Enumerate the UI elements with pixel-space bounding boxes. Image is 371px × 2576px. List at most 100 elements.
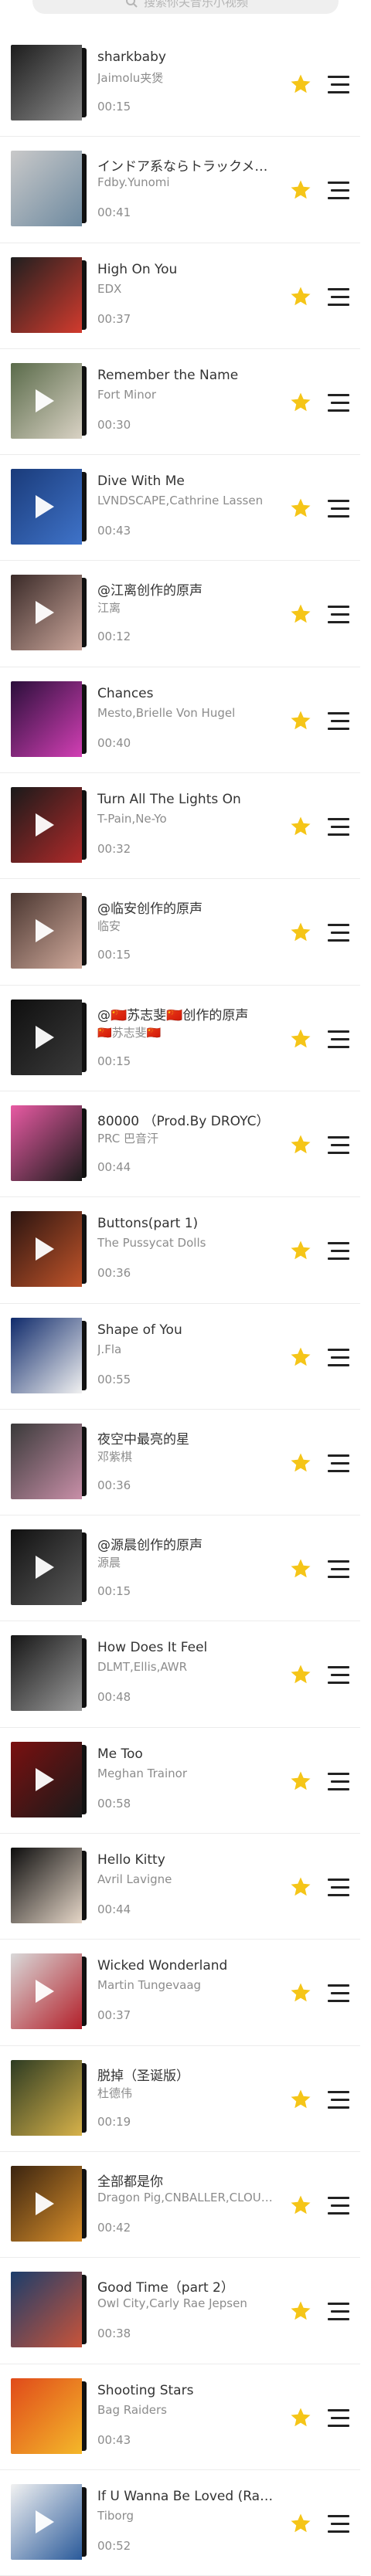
song-menu-icon[interactable] bbox=[328, 1877, 352, 1899]
favorite-star-icon[interactable] bbox=[289, 497, 312, 520]
favorite-star-icon[interactable] bbox=[289, 2512, 312, 2535]
song-menu-icon[interactable] bbox=[328, 1559, 352, 1580]
song-row[interactable]: Me Too Meghan Trainor 00:58 bbox=[0, 1728, 360, 1834]
favorite-star-icon[interactable] bbox=[289, 285, 312, 308]
song-row[interactable]: 脱掉（圣诞版） 杜德伟 00:19 bbox=[0, 2046, 360, 2152]
favorite-star-icon[interactable] bbox=[289, 1451, 312, 1475]
song-row[interactable]: Good Time（part 2） Owl City,Carly Rae Jeps… bbox=[0, 2258, 360, 2364]
song-row[interactable]: 全部都是你 Dragon Pig,CNBALLER,CLOU… 00:42 bbox=[0, 2152, 360, 2259]
song-row[interactable]: Dive With Me LVNDSCAPE,Cathrine Lassen 00:… bbox=[0, 455, 360, 562]
favorite-star-icon[interactable] bbox=[289, 2194, 312, 2217]
album-cover[interactable] bbox=[11, 2272, 87, 2348]
song-menu-icon[interactable] bbox=[328, 2195, 352, 2217]
play-icon[interactable] bbox=[36, 2510, 54, 2534]
play-icon[interactable] bbox=[36, 1237, 54, 1261]
song-menu-icon[interactable] bbox=[328, 1240, 352, 1262]
album-cover[interactable] bbox=[11, 469, 87, 545]
song-menu-icon[interactable] bbox=[328, 816, 352, 838]
favorite-star-icon[interactable] bbox=[289, 1875, 312, 1899]
song-menu-icon[interactable] bbox=[328, 180, 352, 202]
song-menu-icon[interactable] bbox=[328, 2513, 352, 2535]
album-cover[interactable] bbox=[11, 256, 87, 333]
album-cover[interactable] bbox=[11, 1741, 87, 1817]
song-menu-icon[interactable] bbox=[328, 1135, 352, 1156]
album-cover[interactable] bbox=[11, 2483, 87, 2560]
song-menu-icon[interactable] bbox=[328, 711, 352, 732]
play-icon[interactable] bbox=[36, 1980, 54, 2004]
song-menu-icon[interactable] bbox=[328, 1347, 352, 1369]
favorite-star-icon[interactable] bbox=[289, 73, 312, 96]
song-menu-icon[interactable] bbox=[328, 392, 352, 414]
search-input[interactable]: 搜索你关音乐小视频 bbox=[32, 0, 339, 14]
song-row[interactable]: Wicked Wonderland Martin Tungevaag 00:37 bbox=[0, 1940, 360, 2046]
song-row[interactable]: @🇨🇳苏志斐🇨🇳创作的原声 🇨🇳苏志斐🇨🇳 00:15 bbox=[0, 986, 360, 1091]
song-row[interactable]: @临安创作的原声 临安 00:15 bbox=[0, 879, 360, 986]
album-cover[interactable] bbox=[11, 893, 87, 969]
album-cover[interactable] bbox=[11, 680, 87, 757]
song-row[interactable]: Turn All The Lights On T-Pain,Ne-Yo 00:32 bbox=[0, 773, 360, 880]
favorite-star-icon[interactable] bbox=[289, 1133, 312, 1156]
album-cover[interactable] bbox=[11, 1635, 87, 1712]
album-cover[interactable] bbox=[11, 2059, 87, 2136]
song-row[interactable]: Hello Kitty Avril Lavigne 00:44 bbox=[0, 1834, 360, 1940]
favorite-star-icon[interactable] bbox=[289, 815, 312, 838]
song-menu-icon[interactable] bbox=[328, 1771, 352, 1793]
album-cover[interactable] bbox=[11, 787, 87, 864]
song-menu-icon[interactable] bbox=[328, 1665, 352, 1686]
song-menu-icon[interactable] bbox=[328, 1029, 352, 1050]
play-icon[interactable] bbox=[36, 495, 54, 519]
album-cover[interactable] bbox=[11, 1317, 87, 1393]
play-icon[interactable] bbox=[36, 389, 54, 412]
song-row[interactable]: Chances Mesto,Brielle Von Hugel 00:40 bbox=[0, 667, 360, 774]
song-row[interactable]: Shooting Stars Bag Raiders 00:43 bbox=[0, 2364, 360, 2470]
favorite-star-icon[interactable] bbox=[289, 1239, 312, 1262]
play-icon[interactable] bbox=[36, 2191, 54, 2215]
favorite-star-icon[interactable] bbox=[289, 2406, 312, 2429]
song-row[interactable]: 夜空中最亮的星 邓紫棋 00:36 bbox=[0, 1410, 360, 1516]
favorite-star-icon[interactable] bbox=[289, 1027, 312, 1050]
song-row[interactable]: How Does It Feel DLMT,Ellis,AWR 00:48 bbox=[0, 1621, 360, 1728]
favorite-star-icon[interactable] bbox=[289, 709, 312, 732]
album-cover[interactable] bbox=[11, 1105, 87, 1181]
play-icon[interactable] bbox=[36, 919, 54, 943]
favorite-star-icon[interactable] bbox=[289, 1346, 312, 1369]
play-icon[interactable] bbox=[36, 601, 54, 625]
song-row[interactable]: Buttons(part 1) The Pussycat Dolls 00:36 bbox=[0, 1197, 360, 1304]
song-row[interactable]: @源晨创作的原声 源晨 00:15 bbox=[0, 1515, 360, 1622]
album-cover[interactable] bbox=[11, 151, 87, 227]
album-cover[interactable] bbox=[11, 1953, 87, 2030]
album-cover[interactable] bbox=[11, 1423, 87, 1499]
song-menu-icon[interactable] bbox=[328, 2089, 352, 2111]
song-row[interactable]: @江离创作的原声 江离 00:12 bbox=[0, 561, 360, 667]
album-cover[interactable] bbox=[11, 362, 87, 439]
song-row[interactable]: Remember the Name Fort Minor 00:30 bbox=[0, 349, 360, 456]
album-cover[interactable] bbox=[11, 45, 87, 120]
song-menu-icon[interactable] bbox=[328, 1453, 352, 1475]
album-cover[interactable] bbox=[11, 999, 87, 1075]
song-menu-icon[interactable] bbox=[328, 1983, 352, 2004]
play-icon[interactable] bbox=[36, 1767, 54, 1791]
song-menu-icon[interactable] bbox=[328, 74, 352, 96]
song-row[interactable]: 80000 （Prod.By DROYC） PRC 巴音汗 00:44 bbox=[0, 1091, 360, 1198]
album-cover[interactable] bbox=[11, 1848, 87, 1924]
song-row[interactable]: Shape of You J.Fla 00:55 bbox=[0, 1304, 360, 1410]
favorite-star-icon[interactable] bbox=[289, 2088, 312, 2111]
play-icon[interactable] bbox=[36, 1025, 54, 1049]
song-row[interactable]: If U Wanna Be Loved (Rad… Tiborg 00:52 bbox=[0, 2470, 360, 2576]
favorite-star-icon[interactable] bbox=[289, 602, 312, 626]
favorite-star-icon[interactable] bbox=[289, 2299, 312, 2323]
favorite-star-icon[interactable] bbox=[289, 1663, 312, 1686]
song-menu-icon[interactable] bbox=[328, 498, 352, 520]
album-cover[interactable] bbox=[11, 2165, 87, 2242]
favorite-star-icon[interactable] bbox=[289, 391, 312, 414]
album-cover[interactable] bbox=[11, 2377, 87, 2454]
song-menu-icon[interactable] bbox=[328, 287, 352, 308]
play-icon[interactable] bbox=[36, 813, 54, 837]
favorite-star-icon[interactable] bbox=[289, 1981, 312, 2004]
play-icon[interactable] bbox=[36, 1556, 54, 1580]
song-row[interactable]: インドア系ならトラックメイ… Fdby.Yunomi 00:41 bbox=[0, 137, 360, 243]
album-cover[interactable] bbox=[11, 1211, 87, 1288]
song-menu-icon[interactable] bbox=[328, 2301, 352, 2323]
album-cover[interactable] bbox=[11, 1529, 87, 1606]
favorite-star-icon[interactable] bbox=[289, 1557, 312, 1580]
